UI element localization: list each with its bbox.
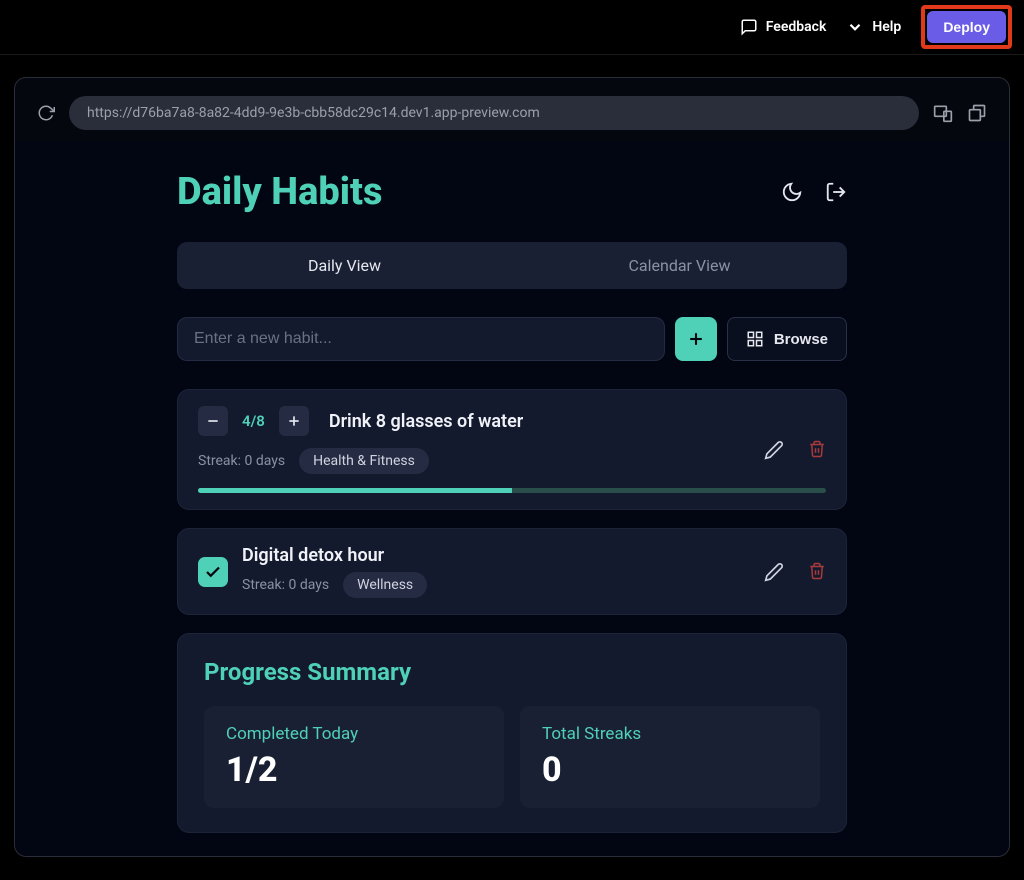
chevron-down-icon: [846, 18, 864, 36]
browse-label: Browse: [774, 331, 828, 348]
habit-card: Digital detox hour Streak: 0 days Wellne…: [177, 528, 847, 615]
category-pill: Health & Fitness: [299, 448, 429, 474]
logout-icon[interactable]: [825, 181, 847, 203]
summary-title: Progress Summary: [204, 658, 820, 686]
trash-icon[interactable]: [808, 440, 826, 460]
new-habit-input[interactable]: [177, 317, 665, 361]
habit-card: 4/8 Drink 8 glasses of water Streak: 0 d…: [177, 389, 847, 510]
total-streaks-box: Total Streaks 0: [520, 706, 820, 808]
app-header: Daily Habits: [177, 170, 847, 214]
view-tabs: Daily View Calendar View: [177, 242, 847, 289]
add-habit-button[interactable]: [675, 317, 717, 361]
grid-icon: [746, 330, 764, 348]
deploy-highlight: Deploy: [921, 5, 1012, 49]
app-body: Daily Habits Daily View Calendar View: [15, 142, 1009, 856]
deploy-button[interactable]: Deploy: [927, 11, 1006, 43]
counter-value: 4/8: [242, 412, 265, 430]
category-pill: Wellness: [343, 572, 427, 598]
help-label: Help: [872, 19, 901, 35]
streak-text: Streak: 0 days: [198, 453, 285, 469]
habit-name: Digital detox hour: [242, 545, 427, 566]
streak-text: Streak: 0 days: [242, 577, 329, 593]
habit-checkbox[interactable]: [198, 557, 228, 587]
reload-icon[interactable]: [37, 104, 55, 122]
progress-bar: [198, 488, 826, 493]
edit-icon[interactable]: [764, 562, 784, 582]
url-display[interactable]: https://d76ba7a8-8a82-4dd9-9e3b-cbb58dc2…: [69, 96, 919, 130]
tab-calendar-view[interactable]: Calendar View: [512, 242, 847, 289]
new-habit-row: Browse: [177, 317, 847, 361]
expand-icon[interactable]: [967, 103, 987, 123]
moon-icon[interactable]: [781, 181, 803, 203]
top-toolbar: Feedback Help Deploy: [0, 0, 1024, 55]
minus-icon: [205, 413, 221, 429]
chat-icon: [740, 18, 758, 36]
url-bar-row: https://d76ba7a8-8a82-4dd9-9e3b-cbb58dc2…: [15, 78, 1009, 142]
completed-label: Completed Today: [226, 724, 482, 744]
check-icon: [204, 563, 222, 581]
streaks-label: Total Streaks: [542, 724, 798, 744]
completed-today-box: Completed Today 1/2: [204, 706, 504, 808]
tab-daily-view[interactable]: Daily View: [177, 242, 512, 289]
preview-frame: https://d76ba7a8-8a82-4dd9-9e3b-cbb58dc2…: [14, 77, 1010, 857]
increment-button[interactable]: [279, 406, 309, 436]
completed-value: 1/2: [226, 750, 482, 790]
progress-fill: [198, 488, 512, 493]
plus-icon: [686, 329, 706, 349]
plus-icon: [286, 413, 302, 429]
decrement-button[interactable]: [198, 406, 228, 436]
streaks-value: 0: [542, 750, 798, 790]
browse-button[interactable]: Browse: [727, 317, 847, 361]
devices-icon[interactable]: [933, 103, 953, 123]
progress-summary: Progress Summary Completed Today 1/2 Tot…: [177, 633, 847, 833]
trash-icon[interactable]: [808, 562, 826, 582]
feedback-button[interactable]: Feedback: [740, 18, 827, 36]
page-title: Daily Habits: [177, 170, 382, 214]
edit-icon[interactable]: [764, 440, 784, 460]
help-button[interactable]: Help: [846, 18, 901, 36]
feedback-label: Feedback: [766, 19, 827, 35]
habit-name: Drink 8 glasses of water: [329, 411, 523, 432]
